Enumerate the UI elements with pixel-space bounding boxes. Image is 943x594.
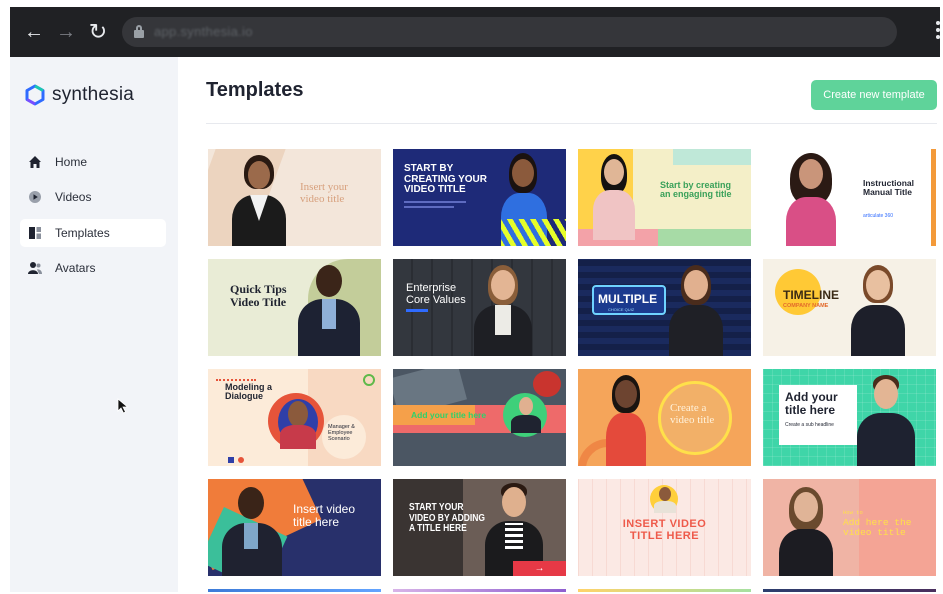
forward-icon[interactable]: → bbox=[54, 20, 78, 44]
url-text: app.synthesia.io bbox=[154, 24, 253, 39]
address-bar[interactable]: app.synthesia.io bbox=[122, 17, 897, 47]
template-card[interactable] bbox=[763, 589, 936, 592]
create-template-button[interactable]: Create new template bbox=[811, 80, 937, 110]
sidebar-item-label: Templates bbox=[55, 226, 110, 240]
browser-toolbar: ← → ↻ app.synthesia.io bbox=[10, 7, 940, 57]
template-title: Insert video title here bbox=[293, 502, 356, 529]
logo-text: synthesia bbox=[52, 84, 135, 105]
template-title: Modeling a Dialogue bbox=[225, 382, 272, 402]
template-title: TIMELINE bbox=[783, 288, 839, 302]
browser-menu-icon[interactable] bbox=[936, 21, 940, 43]
template-subtitle: CHOICE QUIZ bbox=[608, 307, 635, 312]
template-card[interactable]: INSERT VIDEO TITLE HERE bbox=[578, 479, 751, 576]
template-title: START YOUR VIDEO BY ADDING A TITLE HERE bbox=[409, 502, 486, 534]
play-icon bbox=[28, 190, 42, 204]
avatars-icon bbox=[28, 261, 42, 275]
synthesia-logo-icon bbox=[25, 84, 45, 106]
template-card[interactable]: Add your title here Create a sub headlin… bbox=[763, 369, 936, 466]
sidebar-item-templates[interactable]: Templates bbox=[20, 219, 166, 247]
template-title: INSERT VIDEO TITLE HERE bbox=[622, 518, 707, 542]
app-frame: ← → ↻ app.synthesia.io synthesia Home Vi… bbox=[10, 7, 940, 592]
sidebar-item-label: Home bbox=[55, 155, 88, 169]
template-card[interactable]: START BY CREATING YOUR VIDEO TITLE bbox=[393, 149, 566, 246]
synthesia-logo[interactable]: synthesia bbox=[24, 83, 134, 107]
template-subtitle: How to bbox=[843, 509, 863, 516]
template-card[interactable]: Modeling a Dialogue Manager & Employee S… bbox=[208, 369, 381, 466]
reload-icon[interactable]: ↻ bbox=[86, 20, 110, 44]
template-title: Quick Tips Video Title bbox=[230, 282, 287, 309]
sidebar-item-home[interactable]: Home bbox=[20, 148, 166, 176]
page-title: Templates bbox=[206, 79, 304, 101]
template-card[interactable]: TIMELINE COMPANY NAME bbox=[763, 259, 936, 356]
lock-icon bbox=[134, 25, 144, 38]
templates-icon bbox=[28, 226, 42, 240]
mouse-cursor-icon bbox=[117, 398, 129, 414]
template-card[interactable]: How to Add here the video title bbox=[763, 479, 936, 576]
brand-text: articulate 360 bbox=[863, 213, 894, 219]
template-card[interactable] bbox=[578, 589, 751, 592]
template-card[interactable]: START YOUR VIDEO BY ADDING A TITLE HERE … bbox=[393, 479, 566, 576]
template-title: Instructional Manual Title bbox=[863, 178, 915, 197]
template-subtitle: Manager & Employee Scenario bbox=[328, 424, 355, 442]
template-title: Add your title here bbox=[411, 410, 487, 420]
template-card[interactable] bbox=[393, 589, 566, 592]
template-card[interactable]: Add your title here bbox=[393, 369, 566, 466]
template-card[interactable]: Create a video title bbox=[578, 369, 751, 466]
divider bbox=[206, 123, 937, 124]
arrow-right-icon: → bbox=[513, 561, 566, 576]
template-card[interactable]: Insert video title here bbox=[208, 479, 381, 576]
template-card[interactable]: Instructional Manual Title articulate 36… bbox=[763, 149, 936, 246]
template-title: Enterprise Core Values bbox=[406, 282, 466, 306]
template-card[interactable]: Quick Tips Video Title bbox=[208, 259, 381, 356]
template-title: Create a video title bbox=[670, 402, 715, 426]
sidebar-item-avatars[interactable]: Avatars bbox=[20, 254, 166, 282]
sidebar-item-videos[interactable]: Videos bbox=[20, 183, 166, 211]
sidebar: synthesia Home Videos Templates Avatars bbox=[10, 57, 178, 592]
template-card[interactable]: MULTIPLE CHOICE QUIZ bbox=[578, 259, 751, 356]
template-title: Insert your video title bbox=[300, 181, 348, 205]
template-subtitle: COMPANY NAME bbox=[783, 303, 829, 309]
template-title: MULTIPLE bbox=[598, 292, 658, 306]
sidebar-item-label: Avatars bbox=[55, 261, 96, 275]
template-title: START BY CREATING YOUR VIDEO TITLE bbox=[404, 163, 487, 195]
template-title: Add here the video title bbox=[843, 517, 912, 538]
template-card[interactable]: Enterprise Core Values bbox=[393, 259, 566, 356]
template-card[interactable]: Start by creating an engaging title bbox=[578, 149, 751, 246]
template-card[interactable]: Insert your video title bbox=[208, 149, 381, 246]
template-card[interactable] bbox=[208, 589, 381, 592]
back-icon[interactable]: ← bbox=[22, 20, 46, 44]
main-content: Templates Create new template Insert you… bbox=[178, 57, 940, 592]
template-subtitle: Create a sub headline bbox=[785, 422, 834, 428]
template-title: Start by creating an engaging title bbox=[660, 180, 732, 200]
home-icon bbox=[28, 155, 42, 169]
template-title: Add your title here bbox=[785, 390, 838, 417]
sidebar-item-label: Videos bbox=[55, 190, 92, 204]
